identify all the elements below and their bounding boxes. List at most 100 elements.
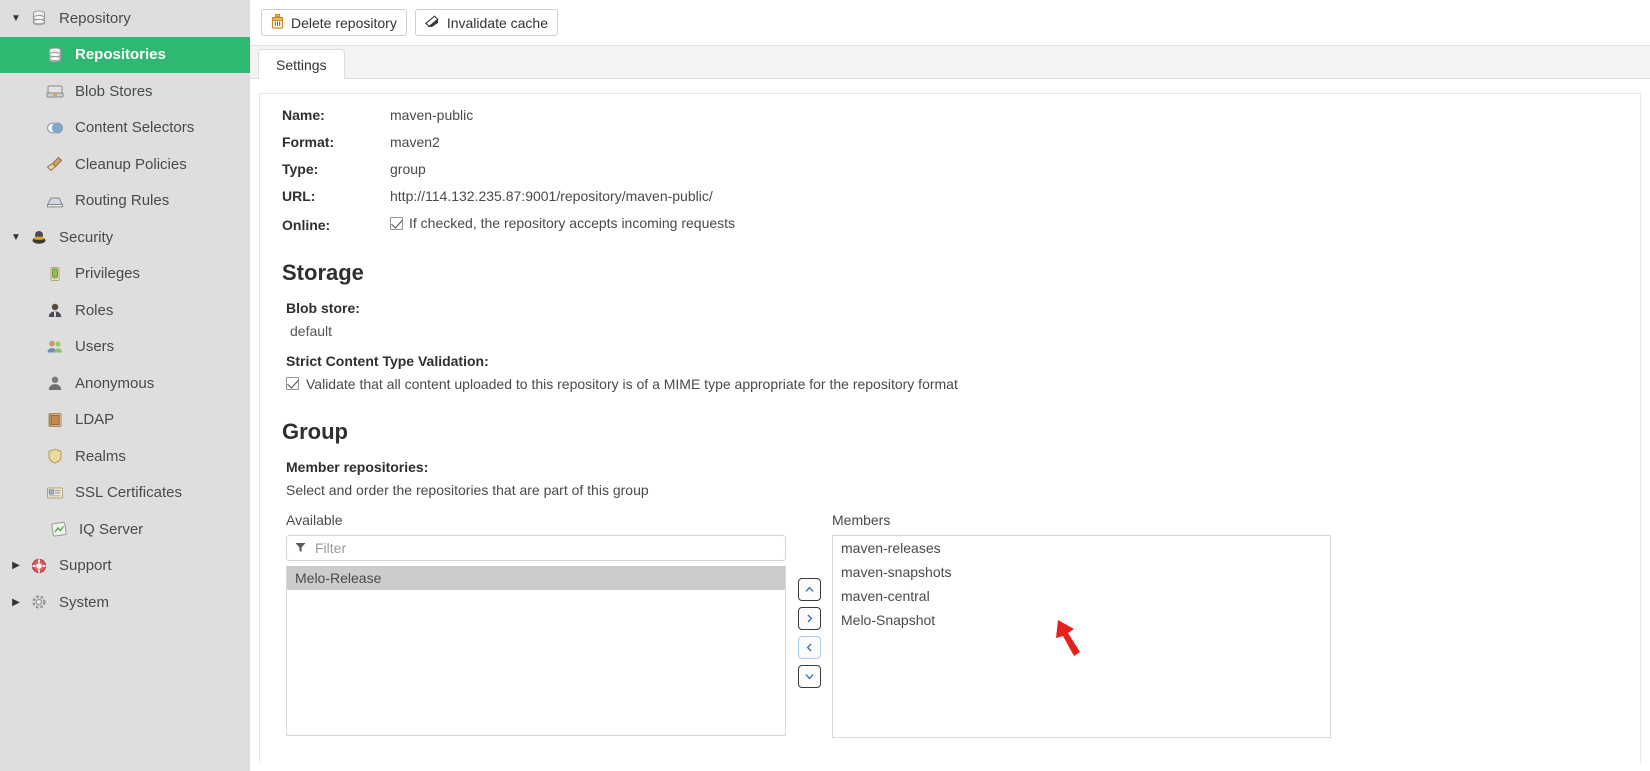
group-heading: Group (282, 418, 348, 444)
member-repositories-hint: Select and order the repositories that a… (286, 481, 649, 498)
sidebar-item-content-selectors[interactable]: Content Selectors (0, 110, 250, 147)
sidebar-item-label: IQ Server (79, 520, 144, 538)
routing-rules-icon (44, 192, 66, 210)
roles-icon (44, 301, 66, 319)
name-value: maven-public (390, 107, 474, 123)
sidebar-item-routing-rules[interactable]: Routing Rules (0, 183, 250, 220)
eraser-icon (424, 14, 440, 31)
chevron-right-icon[interactable]: ▶ (8, 560, 24, 571)
delete-repository-button[interactable]: Delete repository (261, 9, 407, 36)
sidebar-item-system[interactable]: ▶ System (0, 584, 250, 621)
repository-info: Name: maven-public Format: maven2 Type: … (260, 107, 1640, 233)
move-down-button[interactable] (797, 664, 821, 688)
sidebar-item-support[interactable]: ▶ Support (0, 548, 250, 585)
online-value: If checked, the repository accepts incom… (390, 215, 735, 231)
sidebar-item-label: Roles (75, 301, 114, 319)
security-icon (28, 228, 50, 246)
sidebar-item-label: Cleanup Policies (75, 155, 187, 173)
sidebar-item-security[interactable]: ▼ Security (0, 219, 250, 256)
sidebar-item-label: Privileges (75, 265, 141, 283)
delete-repository-label: Delete repository (291, 14, 397, 31)
strict-content-type-row: Validate that all content uploaded to th… (286, 376, 1640, 392)
list-item[interactable]: maven-central (833, 584, 1330, 608)
main-area: Delete repository Invalidate cache Setti… (250, 0, 1650, 771)
sidebar-item-privileges[interactable]: Privileges (0, 256, 250, 293)
filter-icon (295, 540, 306, 556)
info-row-format: Format: maven2 (260, 134, 1640, 150)
list-item[interactable]: Melo-Release (287, 565, 785, 590)
sidebar-item-repositories[interactable]: Repositories (0, 36, 250, 73)
sidebar-item-label: SSL Certificates (75, 484, 182, 502)
sidebar-item-blob-stores[interactable]: Blob Stores (0, 73, 250, 110)
url-value[interactable]: http://114.132.235.87:9001/repository/ma… (390, 188, 713, 204)
sidebar-item-ldap[interactable]: LDAP (0, 402, 250, 439)
toolbar: Delete repository Invalidate cache (250, 0, 1650, 46)
support-icon (28, 557, 50, 575)
settings-panel: Name: maven-public Format: maven2 Type: … (259, 93, 1641, 763)
sidebar-item-ssl-certificates[interactable]: SSL Certificates (0, 475, 250, 512)
sidebar-item-label: Repository (59, 9, 131, 27)
strict-content-type-label: Strict Content Type Validation: (286, 352, 489, 369)
trash-icon (271, 13, 284, 32)
sidebar: ▼ Repository Repositories Blob Stores Con… (0, 0, 250, 771)
database-icon (28, 9, 50, 27)
strict-content-type-checkbox[interactable] (286, 377, 299, 390)
sidebar-item-users[interactable]: Users (0, 329, 250, 366)
content-selector-icon (44, 119, 66, 137)
chevron-right-icon[interactable]: ▶ (8, 597, 24, 608)
tab-settings[interactable]: Settings (258, 49, 345, 79)
move-right-button[interactable] (797, 606, 821, 630)
move-up-button[interactable] (797, 577, 821, 601)
url-label: URL: (282, 188, 316, 204)
available-filter-input[interactable] (313, 538, 777, 557)
sidebar-item-repository[interactable]: ▼ Repository (0, 0, 250, 37)
system-gear-icon (28, 593, 50, 611)
info-row-type: Type: group (260, 161, 1640, 177)
strict-content-type-text: Validate that all content uploaded to th… (306, 375, 958, 392)
list-item[interactable]: maven-snapshots (833, 560, 1330, 584)
list-item[interactable]: Melo-Snapshot (833, 608, 1330, 632)
blob-store-icon (44, 82, 66, 100)
blob-store-label: Blob store: (286, 299, 360, 316)
tab-settings-label: Settings (276, 56, 327, 73)
realms-shield-icon (44, 447, 66, 465)
chevron-down-icon[interactable]: ▼ (8, 13, 24, 24)
members-column: Members maven-releases maven-snapshots mav… (832, 512, 1331, 738)
app-root: ▼ Repository Repositories Blob Stores Con… (0, 0, 1650, 771)
info-row-url: URL: http://114.132.235.87:9001/reposito… (260, 188, 1640, 204)
type-value: group (390, 161, 426, 177)
users-icon (44, 338, 66, 356)
invalidate-cache-button[interactable]: Invalidate cache (414, 9, 559, 36)
invalidate-cache-label: Invalidate cache (446, 14, 549, 31)
available-filter-box[interactable] (286, 534, 786, 561)
sidebar-item-label: Repositories (75, 46, 166, 64)
sidebar-item-label: LDAP (75, 411, 115, 429)
broom-icon (44, 155, 66, 173)
chevron-down-icon[interactable]: ▼ (8, 232, 24, 243)
list-item[interactable]: maven-releases (833, 536, 1330, 560)
sidebar-item-anonymous[interactable]: Anonymous (0, 365, 250, 402)
sidebar-item-label: Security (59, 228, 114, 246)
members-list[interactable]: maven-releases maven-snapshots maven-centr… (832, 534, 1331, 738)
move-left-button[interactable] (797, 635, 821, 659)
available-column: Available Melo-Release (286, 512, 786, 736)
sidebar-item-iq-server[interactable]: IQ Server (0, 511, 250, 548)
sidebar-item-roles[interactable]: Roles (0, 292, 250, 329)
members-label: Members (832, 511, 891, 528)
online-checkbox[interactable] (390, 216, 403, 230)
available-list[interactable]: Melo-Release (286, 565, 786, 736)
sidebar-item-realms[interactable]: Realms (0, 438, 250, 475)
settings-content: Name: maven-public Format: maven2 Type: … (250, 79, 1650, 771)
sidebar-item-label: Users (75, 338, 115, 356)
sidebar-item-label: System (59, 593, 110, 611)
sidebar-item-label: Content Selectors (75, 119, 195, 137)
database-icon (44, 46, 66, 64)
sidebar-item-label: Routing Rules (75, 192, 170, 210)
sidebar-item-label: Blob Stores (75, 82, 153, 100)
sidebar-item-cleanup-policies[interactable]: Cleanup Policies (0, 146, 250, 183)
anonymous-icon (44, 374, 66, 392)
iq-server-icon (48, 520, 70, 538)
info-row-online: Online: If checked, the repository accep… (260, 215, 1640, 233)
ssl-certificate-icon (44, 484, 66, 502)
online-checkbox-label: If checked, the repository accepts incom… (409, 215, 736, 231)
